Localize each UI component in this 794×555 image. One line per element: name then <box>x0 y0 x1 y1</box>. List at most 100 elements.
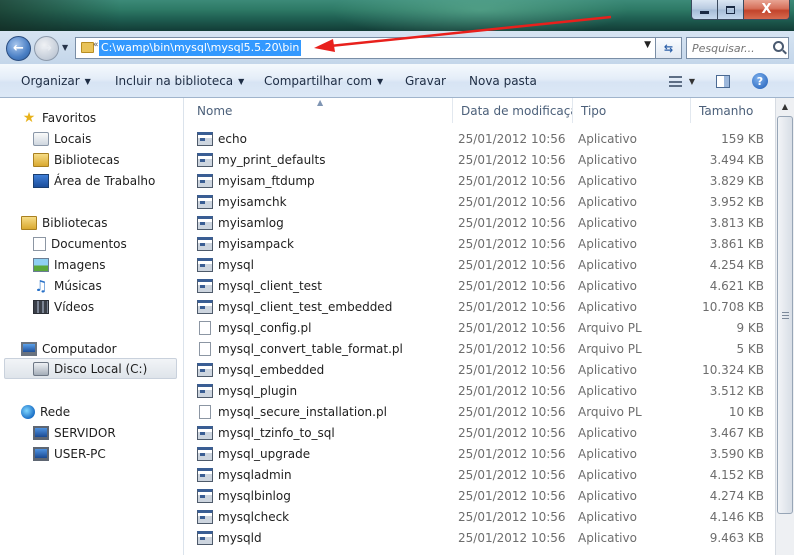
file-date: 25/01/2012 10:56 <box>458 363 566 377</box>
file-type: Aplicativo <box>578 468 637 482</box>
nav-network-label: Rede <box>40 404 71 419</box>
file-row[interactable]: mysql_config.pl 25/01/2012 10:56 Arquivo P… <box>185 318 775 339</box>
close-button[interactable]: X <box>744 0 790 20</box>
column-header-label: Tamanho <box>699 103 754 118</box>
network-computer-icon <box>33 425 49 440</box>
file-row[interactable]: mysql 25/01/2012 10:56 Aplicativo 4.254 KB <box>185 255 775 276</box>
file-name: mysqladmin <box>218 468 292 482</box>
nav-item-bibliotecas[interactable]: Bibliotecas <box>33 149 119 170</box>
file-size: 3.813 KB <box>709 216 764 230</box>
back-button[interactable]: ← <box>6 36 31 61</box>
nav-item-imagens[interactable]: Imagens <box>33 254 105 275</box>
file-size: 10.324 KB <box>702 363 764 377</box>
address-dropdown-icon[interactable]: ▼ <box>644 40 651 50</box>
change-view-button[interactable] <box>665 72 685 90</box>
scroll-thumb[interactable] <box>777 116 793 514</box>
nav-item-videos[interactable]: Vídeos <box>33 296 94 317</box>
column-header-size[interactable]: Tamanho <box>691 98 775 123</box>
column-header-type[interactable]: Tipo <box>573 98 691 123</box>
file-type: Aplicativo <box>578 237 637 251</box>
file-row[interactable]: my_print_defaults 25/01/2012 10:56 Aplicat… <box>185 150 775 171</box>
minimize-button[interactable] <box>691 0 718 20</box>
nav-item-local-disk[interactable]: Disco Local (C:) <box>4 358 177 379</box>
file-row[interactable]: myisamlog 25/01/2012 10:56 Aplicativo 3.813… <box>185 213 775 234</box>
nav-item-musicas[interactable]: ♫ Músicas <box>33 275 101 296</box>
refresh-button[interactable]: ⇆ <box>656 37 682 59</box>
application-icon <box>197 216 213 230</box>
file-size: 5 KB <box>736 342 764 356</box>
chevron-down-icon: ▼ <box>688 76 696 86</box>
nav-item-documentos[interactable]: Documentos <box>33 233 127 254</box>
file-size: 3.861 KB <box>709 237 764 251</box>
column-header-date[interactable]: Data de modificaçã... <box>453 98 573 123</box>
help-button[interactable]: ? <box>750 72 770 90</box>
file-row[interactable]: mysql_plugin 25/01/2012 10:56 Aplicativo 3.… <box>185 381 775 402</box>
file-row[interactable]: mysql_upgrade 25/01/2012 10:56 Aplicativo 3… <box>185 444 775 465</box>
file-date: 25/01/2012 10:56 <box>458 132 566 146</box>
file-date: 25/01/2012 10:56 <box>458 384 566 398</box>
nav-item-user-pc[interactable]: USER-PC <box>33 443 106 464</box>
include-library-label: Incluir na biblioteca <box>115 74 234 88</box>
organize-menu[interactable]: Organizar ▼ <box>21 74 91 88</box>
file-row[interactable]: mysql_tzinfo_to_sql 25/01/2012 10:56 Aplic… <box>185 423 775 444</box>
application-icon <box>197 132 213 146</box>
vertical-scrollbar[interactable]: ▲ <box>775 98 794 555</box>
nav-item-servidor[interactable]: SERVIDOR <box>33 422 116 443</box>
file-size: 3.512 KB <box>709 384 764 398</box>
file-row[interactable]: echo 25/01/2012 10:56 Aplicativo 159 KB <box>185 129 775 150</box>
include-library-menu[interactable]: Incluir na biblioteca ▼ <box>115 74 244 88</box>
file-row[interactable]: myisampack 25/01/2012 10:56 Aplicativo 3.86… <box>185 234 775 255</box>
search-icon[interactable] <box>773 41 784 52</box>
application-icon <box>197 279 213 293</box>
address-path[interactable]: C:\wamp\bin\mysql\mysql5.5.20\bin <box>99 40 302 56</box>
file-row[interactable]: mysql_client_test_embedded 25/01/2012 10:… <box>185 297 775 318</box>
file-row[interactable]: mysql_embedded 25/01/2012 10:56 Aplicativo… <box>185 360 775 381</box>
search-input[interactable] <box>692 39 772 57</box>
organize-label: Organizar <box>21 74 80 88</box>
file-row[interactable]: myisam_ftdump 25/01/2012 10:56 Aplicativo 3… <box>185 171 775 192</box>
file-size: 4.146 KB <box>709 510 764 524</box>
address-bar[interactable]: « C:\wamp\bin\mysql\mysql5.5.20\bin ▼ <box>75 37 656 59</box>
burn-button[interactable]: Gravar <box>405 74 446 88</box>
script-file-icon <box>199 405 211 419</box>
nav-favorites[interactable]: ★ Favoritos <box>21 107 96 128</box>
scroll-up-arrow-icon[interactable]: ▲ <box>776 98 794 115</box>
maximize-button[interactable] <box>718 0 744 20</box>
file-row[interactable]: mysqlbinlog 25/01/2012 10:56 Aplicativo 4.2… <box>185 486 775 507</box>
search-box[interactable] <box>686 37 789 59</box>
nav-network[interactable]: Rede <box>21 401 70 422</box>
file-type: Arquivo PL <box>578 321 642 335</box>
minimize-icon <box>700 11 709 14</box>
new-folder-button[interactable]: Nova pasta <box>469 74 537 88</box>
file-size: 9.463 KB <box>709 531 764 545</box>
file-row[interactable]: myisamchk 25/01/2012 10:56 Aplicativo 3.952… <box>185 192 775 213</box>
nav-libraries[interactable]: Bibliotecas <box>21 212 107 233</box>
views-dropdown[interactable]: ▼ <box>685 72 699 90</box>
preview-pane-button[interactable] <box>713 72 733 90</box>
nav-item-locais[interactable]: Locais <box>33 128 91 149</box>
file-row[interactable]: mysqladmin 25/01/2012 10:56 Aplicativo 4.15… <box>185 465 775 486</box>
nav-item-desktop[interactable]: Área de Trabalho <box>33 170 155 191</box>
nav-computer[interactable]: Computador <box>21 338 117 359</box>
recent-pages-dropdown[interactable]: ▼ <box>62 43 68 52</box>
file-row[interactable]: mysqld 25/01/2012 10:56 Aplicativo 9.463 KB <box>185 528 775 549</box>
file-type: Aplicativo <box>578 363 637 377</box>
file-name: mysql_config.pl <box>218 321 312 335</box>
application-icon <box>197 447 213 461</box>
file-row[interactable]: mysql_convert_table_format.pl 25/01/2012 … <box>185 339 775 360</box>
share-menu[interactable]: Compartilhar com ▼ <box>264 74 383 88</box>
file-name: mysql_secure_installation.pl <box>218 405 387 419</box>
desktop-icon <box>33 173 49 188</box>
file-type: Aplicativo <box>578 531 637 545</box>
nav-item-label: Área de Trabalho <box>54 173 156 188</box>
file-row[interactable]: mysql_secure_installation.pl 25/01/2012 1… <box>185 402 775 423</box>
application-icon <box>197 384 213 398</box>
address-overflow-separator[interactable]: « <box>93 40 99 50</box>
file-date: 25/01/2012 10:56 <box>458 216 566 230</box>
application-icon <box>197 195 213 209</box>
nav-item-label: Locais <box>54 131 92 146</box>
forward-button[interactable]: → <box>34 36 59 61</box>
file-row[interactable]: mysql_client_test 25/01/2012 10:56 Aplicat… <box>185 276 775 297</box>
file-name: mysql_embedded <box>218 363 325 377</box>
file-row[interactable]: mysqlcheck 25/01/2012 10:56 Aplicativo 4.14… <box>185 507 775 528</box>
